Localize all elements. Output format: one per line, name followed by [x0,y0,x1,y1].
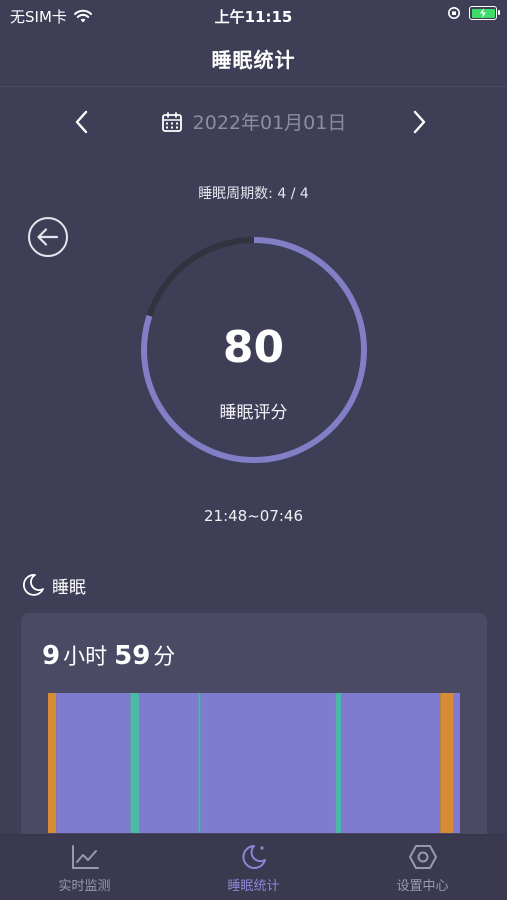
status-right [447,6,500,20]
sleep-stage-light-1 [56,693,131,833]
tab-realtime-monitor[interactable]: 实时监测 [0,843,169,894]
sleep-stage-awake-0 [48,693,57,833]
next-day-chevron-icon[interactable] [407,106,431,138]
sleep-stage-awake-8 [440,693,454,833]
sleep-duration: 9 小时 59 分 [42,639,179,671]
sleep-stage-light-3 [139,693,199,833]
sleep-cycle-count: 睡眠周期数: 4 / 4 [198,186,309,202]
orientation-lock-icon [448,7,460,19]
sleep-section-header: 睡眠 [20,572,86,598]
clock: 上午11:15 [214,8,293,26]
tab-settings-center[interactable]: 设置中心 [338,843,507,894]
sleep-stage-light-9 [453,693,460,833]
date-navigator: 2022年01月01日 [0,102,507,142]
sleep-score-label: 睡眠评分 [219,403,288,423]
tab-sleep-stats[interactable]: 睡眠统计 [169,843,338,894]
selected-date: 2022年01月01日 [192,112,347,134]
moon-icon [23,574,44,596]
tab-label: 设置中心 [396,879,449,894]
tab-label: 睡眠统计 [227,879,280,894]
page-title: 睡眠统计 [211,48,296,72]
calendar-icon [161,111,182,132]
sleep-stage-rem-2 [130,693,140,833]
duration-minutes: 59 [114,641,151,671]
battery-icon [469,6,500,20]
back-arrow-circle-icon[interactable] [27,216,69,258]
duration-hours: 9 [42,641,61,671]
duration-hours-unit: 小时 [63,645,108,670]
sleep-stage-light-5 [200,693,336,833]
hexagon-settings-icon [408,845,437,869]
header-divider [0,86,507,87]
sleep-stage-rem-6 [335,693,342,833]
sleep-stage-bar [48,693,460,833]
duration-minutes-unit: 分 [153,645,176,670]
sleep-section-title: 睡眠 [52,577,86,598]
tab-label: 实时监测 [58,879,111,894]
sleep-stage-light-7 [341,693,441,833]
sleep-stage-rem-4 [198,693,201,833]
sleep-time-range: 21:48~07:46 [203,507,304,525]
status-bar: 无SIM卡 上午11:15 [0,0,507,30]
sleep-duration-card: 9 小时 59 分 [21,613,487,843]
bottom-tab-bar: 实时监测 睡眠统计 设置中心 [0,834,507,900]
moon-icon [241,845,266,869]
sleep-score-value: 80 [222,322,285,373]
line-chart-icon [71,845,99,869]
